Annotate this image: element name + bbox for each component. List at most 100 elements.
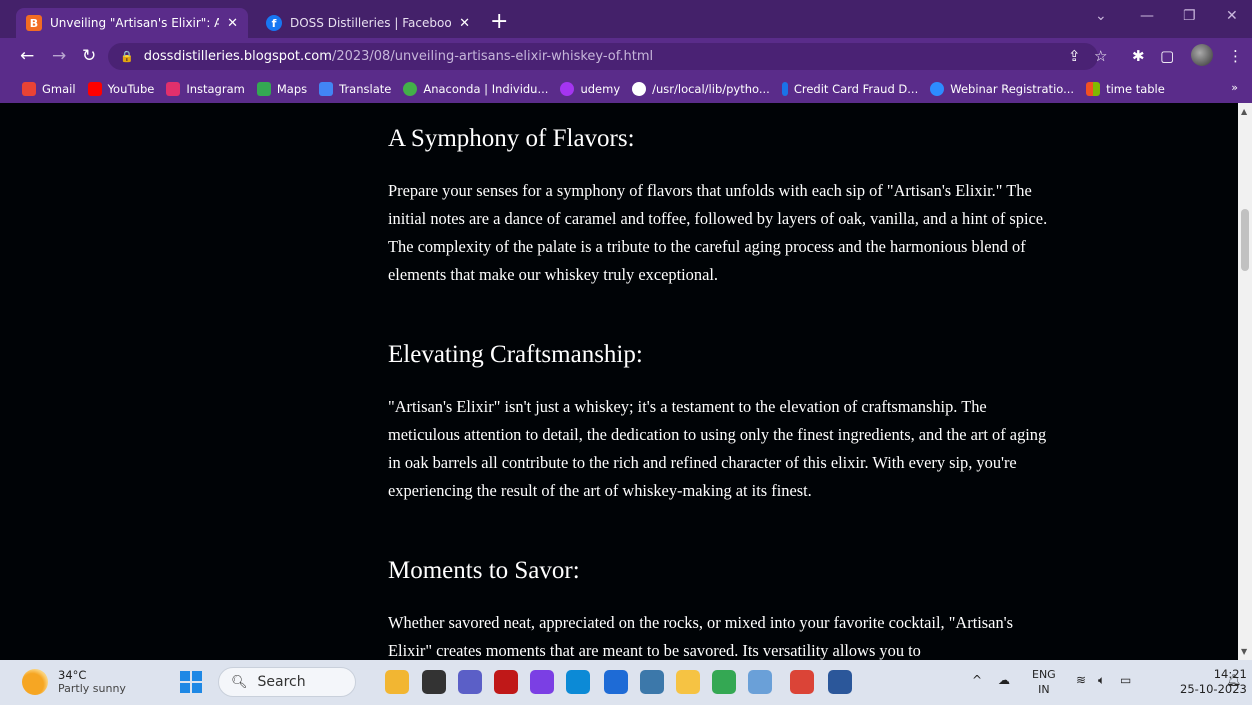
blogger-icon: B: [26, 15, 42, 31]
tab-blog[interactable]: B Unveiling "Artisan's Elixir": A Wh ✕: [16, 8, 248, 38]
gmail-icon: [22, 82, 36, 96]
close-icon[interactable]: ✕: [459, 16, 470, 31]
scrollbar-thumb[interactable]: [1241, 209, 1249, 271]
extensions-icon[interactable]: ✱: [1132, 47, 1145, 65]
bookmark-label: YouTube: [107, 82, 155, 96]
bookmark-python-lib[interactable]: /usr/local/lib/pytho...: [632, 82, 770, 96]
instagram-icon: [166, 82, 181, 96]
bookmarks-bar: Gmail YouTube Instagram Maps Translate A…: [0, 75, 1252, 103]
facebook-icon: f: [266, 15, 282, 31]
word-icon[interactable]: [828, 670, 852, 694]
chat-icon[interactable]: [458, 670, 482, 694]
profile-avatar[interactable]: [1191, 44, 1213, 66]
reload-button[interactable]: ↻: [82, 46, 96, 66]
scroll-down-icon[interactable]: ▼: [1241, 647, 1247, 656]
bookmark-star-icon[interactable]: ☆: [1094, 47, 1107, 65]
tab-search-icon[interactable]: ⌄: [1095, 8, 1107, 24]
section-heading: Moments to Savor:: [388, 557, 580, 584]
chrome-icon[interactable]: [790, 670, 814, 694]
bookmark-label: /usr/local/lib/pytho...: [652, 82, 770, 96]
tab-strip: B Unveiling "Artisan's Elixir": A Wh ✕ f…: [0, 0, 1252, 38]
new-tab-button[interactable]: +: [490, 10, 508, 34]
maps-icon: [256, 82, 271, 96]
battery-icon[interactable]: ▭: [1120, 673, 1131, 687]
bookmark-gmail[interactable]: Gmail: [22, 82, 76, 96]
bookmark-label: Instagram: [186, 82, 245, 96]
globe-icon: [632, 82, 647, 96]
files-icon[interactable]: [385, 670, 409, 694]
notification-bell-icon[interactable]: 🔔︎: [1226, 673, 1241, 687]
zoom-icon: [930, 82, 945, 96]
store-icon[interactable]: [604, 670, 628, 694]
notepad-icon[interactable]: [748, 670, 772, 694]
menu-icon[interactable]: ⋮: [1228, 47, 1243, 65]
explorer-icon[interactable]: [676, 670, 700, 694]
python-icon[interactable]: [640, 670, 664, 694]
bookmark-youtube[interactable]: YouTube: [87, 82, 155, 96]
translate-icon: [319, 82, 334, 96]
url-path: /2023/08/unveiling-artisans-elixir-whisk…: [331, 49, 654, 64]
task-view-icon[interactable]: [422, 670, 446, 694]
youtube-icon: [87, 82, 102, 96]
anaconda-icon: [403, 82, 418, 96]
onedrive-icon[interactable]: ☁: [998, 673, 1010, 687]
close-window-button[interactable]: ✕: [1226, 8, 1238, 24]
chrome-alt-icon[interactable]: [712, 670, 736, 694]
bookmark-label: Gmail: [42, 82, 76, 96]
tab-facebook[interactable]: f DOSS Distilleries | Facebook ✕: [256, 8, 480, 38]
tray-overflow-icon[interactable]: ^: [972, 673, 982, 687]
address-bar[interactable]: 🔒 dossdistilleries.blogspot.com /2023/08…: [108, 43, 1098, 70]
close-icon[interactable]: ✕: [227, 16, 238, 31]
lang-bottom: IN: [1038, 683, 1050, 696]
bookmark-label: Maps: [276, 82, 308, 96]
mcafee-icon[interactable]: [494, 670, 518, 694]
kaggle-icon: [781, 82, 788, 96]
bookmark-credit-card[interactable]: Credit Card Fraud D...: [781, 82, 919, 96]
section-paragraph: "Artisan's Elixir" isn't just a whiskey;…: [388, 397, 1047, 500]
side-panel-icon[interactable]: ▢: [1160, 47, 1174, 65]
bookmark-label: Webinar Registratio...: [950, 82, 1075, 96]
volume-muted-icon[interactable]: 🔈︎: [1098, 673, 1105, 688]
page-viewport: A Symphony of Flavors: Prepare your sens…: [0, 103, 1238, 660]
tab-title: Unveiling "Artisan's Elixir": A Wh: [50, 16, 220, 30]
bookmark-label: Translate: [339, 82, 392, 96]
wifi-icon[interactable]: ≋: [1076, 673, 1086, 687]
bookmark-label: Anaconda | Individu...: [423, 82, 549, 96]
bookmark-webinar[interactable]: Webinar Registratio...: [930, 82, 1074, 96]
bookmark-label: Credit Card Fraud D...: [793, 82, 919, 96]
bookmark-translate[interactable]: Translate: [319, 82, 391, 96]
bookmark-anaconda[interactable]: Anaconda | Individu...: [403, 82, 548, 96]
vertical-scrollbar[interactable]: ▲ ▼: [1238, 103, 1252, 660]
start-button[interactable]: [180, 671, 202, 693]
forward-button[interactable]: →: [52, 46, 66, 66]
weather-temp: 34°C: [58, 668, 87, 682]
browser-toolbar: ← → ↻ 🔒 dossdistilleries.blogspot.com /2…: [0, 38, 1252, 75]
share-icon[interactable]: ⇪: [1068, 47, 1081, 65]
section-heading: A Symphony of Flavors:: [388, 125, 635, 152]
section-paragraph: Prepare your senses for a symphony of fl…: [388, 181, 1048, 284]
microsoft-icon: [1086, 82, 1101, 96]
bookmark-maps[interactable]: Maps: [256, 82, 308, 96]
minimize-button[interactable]: —: [1140, 8, 1154, 24]
search-icon: 🔍︎: [231, 674, 248, 690]
edge-icon[interactable]: [566, 670, 590, 694]
language-indicator[interactable]: ENG IN: [1032, 667, 1056, 697]
section-heading: Elevating Craftsmanship:: [388, 341, 643, 368]
bookmark-label: time table: [1106, 82, 1165, 96]
mylo-icon[interactable]: [530, 670, 554, 694]
url-host: dossdistilleries.blogspot.com: [143, 49, 332, 64]
bookmark-time-table[interactable]: time table: [1086, 82, 1165, 96]
bookmark-udemy[interactable]: udemy: [560, 82, 620, 96]
lock-icon[interactable]: 🔒: [120, 50, 134, 63]
bookmark-instagram[interactable]: Instagram: [166, 82, 245, 96]
scroll-up-icon[interactable]: ▲: [1241, 107, 1247, 116]
back-button[interactable]: ←: [20, 46, 34, 66]
weather-widget[interactable]: 34°C Partly sunny: [22, 669, 126, 695]
restore-button[interactable]: ❐: [1183, 8, 1196, 24]
weather-condition: Partly sunny: [58, 682, 126, 695]
taskbar-search[interactable]: 🔍︎ Search: [218, 667, 356, 697]
more-bookmarks-icon[interactable]: »: [1231, 81, 1238, 94]
udemy-icon: [560, 82, 575, 96]
tab-title: DOSS Distilleries | Facebook: [290, 16, 452, 30]
section-paragraph: Whether savored neat, appreciated on the…: [388, 613, 1013, 660]
